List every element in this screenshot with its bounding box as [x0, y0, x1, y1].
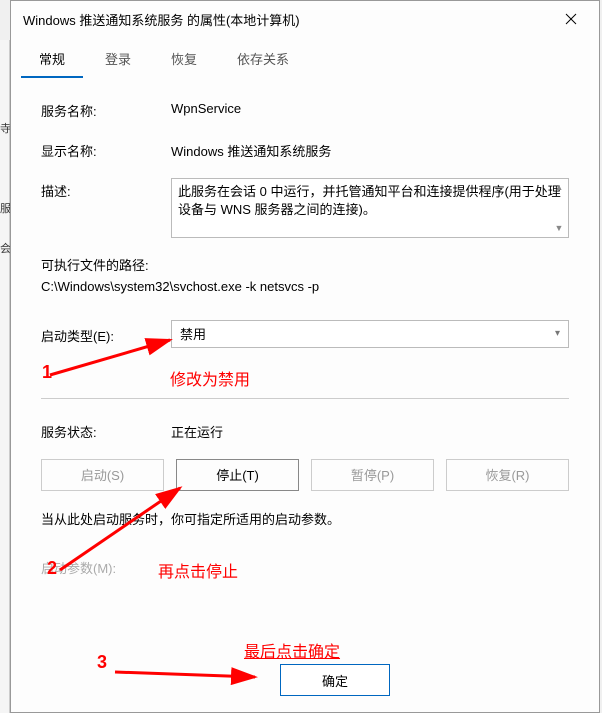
- properties-dialog: Windows 推送通知系统服务 的属性(本地计算机) 常规 登录 恢复 依存关…: [10, 0, 600, 713]
- tab-bar: 常规 登录 恢复 依存关系: [11, 41, 599, 78]
- tab-dependencies[interactable]: 依存关系: [219, 41, 307, 78]
- display-name-value: Windows 推送通知系统服务: [171, 138, 569, 160]
- tab-content: 服务名称: WpnService 显示名称: Windows 推送通知系统服务 …: [11, 78, 599, 654]
- service-status-label: 服务状态:: [41, 419, 171, 441]
- startup-type-value: 禁用: [180, 324, 206, 343]
- stop-button[interactable]: 停止(T): [176, 459, 299, 491]
- ok-button[interactable]: 确定: [280, 664, 390, 696]
- startup-type-label: 启动类型(E):: [41, 323, 171, 345]
- scroll-up-icon[interactable]: ▲: [552, 181, 566, 194]
- resume-button[interactable]: 恢复(R): [446, 459, 569, 491]
- pause-button[interactable]: 暂停(P): [311, 459, 434, 491]
- display-name-label: 显示名称:: [41, 138, 171, 160]
- edge-char: 服: [0, 200, 10, 216]
- start-button[interactable]: 启动(S): [41, 459, 164, 491]
- tab-general[interactable]: 常规: [21, 41, 83, 78]
- startup-type-dropdown[interactable]: 禁用 ▾: [171, 320, 569, 348]
- background-window-edge: 寺 服 会: [0, 40, 10, 713]
- description-label: 描述:: [41, 178, 171, 200]
- edge-char: 会: [0, 240, 10, 256]
- start-params-note: 当从此处启动服务时，你可指定所适用的启动参数。: [41, 509, 569, 528]
- exe-path-value: C:\Windows\system32\svchost.exe -k netsv…: [41, 277, 569, 298]
- service-status-value: 正在运行: [171, 419, 569, 441]
- dialog-footer: 确定: [11, 654, 599, 712]
- close-button[interactable]: [551, 4, 591, 34]
- service-name-value: WpnService: [171, 98, 569, 116]
- service-name-label: 服务名称:: [41, 98, 171, 120]
- chevron-down-icon: ▾: [555, 328, 560, 339]
- description-textarea[interactable]: 此服务在会话 0 中运行，并托管通知平台和连接提供程序(用于处理设备与 WNS …: [171, 178, 569, 238]
- start-params-label: 启动参数(M):: [41, 558, 171, 577]
- edge-char: 寺: [0, 120, 10, 136]
- tab-logon[interactable]: 登录: [87, 41, 149, 78]
- exe-path-label: 可执行文件的路径:: [41, 256, 569, 277]
- window-title: Windows 推送通知系统服务 的属性(本地计算机): [23, 10, 300, 29]
- description-scrollbar[interactable]: ▲ ▼: [552, 181, 566, 235]
- tab-recovery[interactable]: 恢复: [153, 41, 215, 78]
- divider: [41, 398, 569, 399]
- scroll-down-icon[interactable]: ▼: [552, 222, 566, 235]
- titlebar: Windows 推送通知系统服务 的属性(本地计算机): [11, 1, 599, 37]
- description-text: 此服务在会话 0 中运行，并托管通知平台和连接提供程序(用于处理设备与 WNS …: [178, 184, 561, 217]
- close-icon: [565, 13, 577, 25]
